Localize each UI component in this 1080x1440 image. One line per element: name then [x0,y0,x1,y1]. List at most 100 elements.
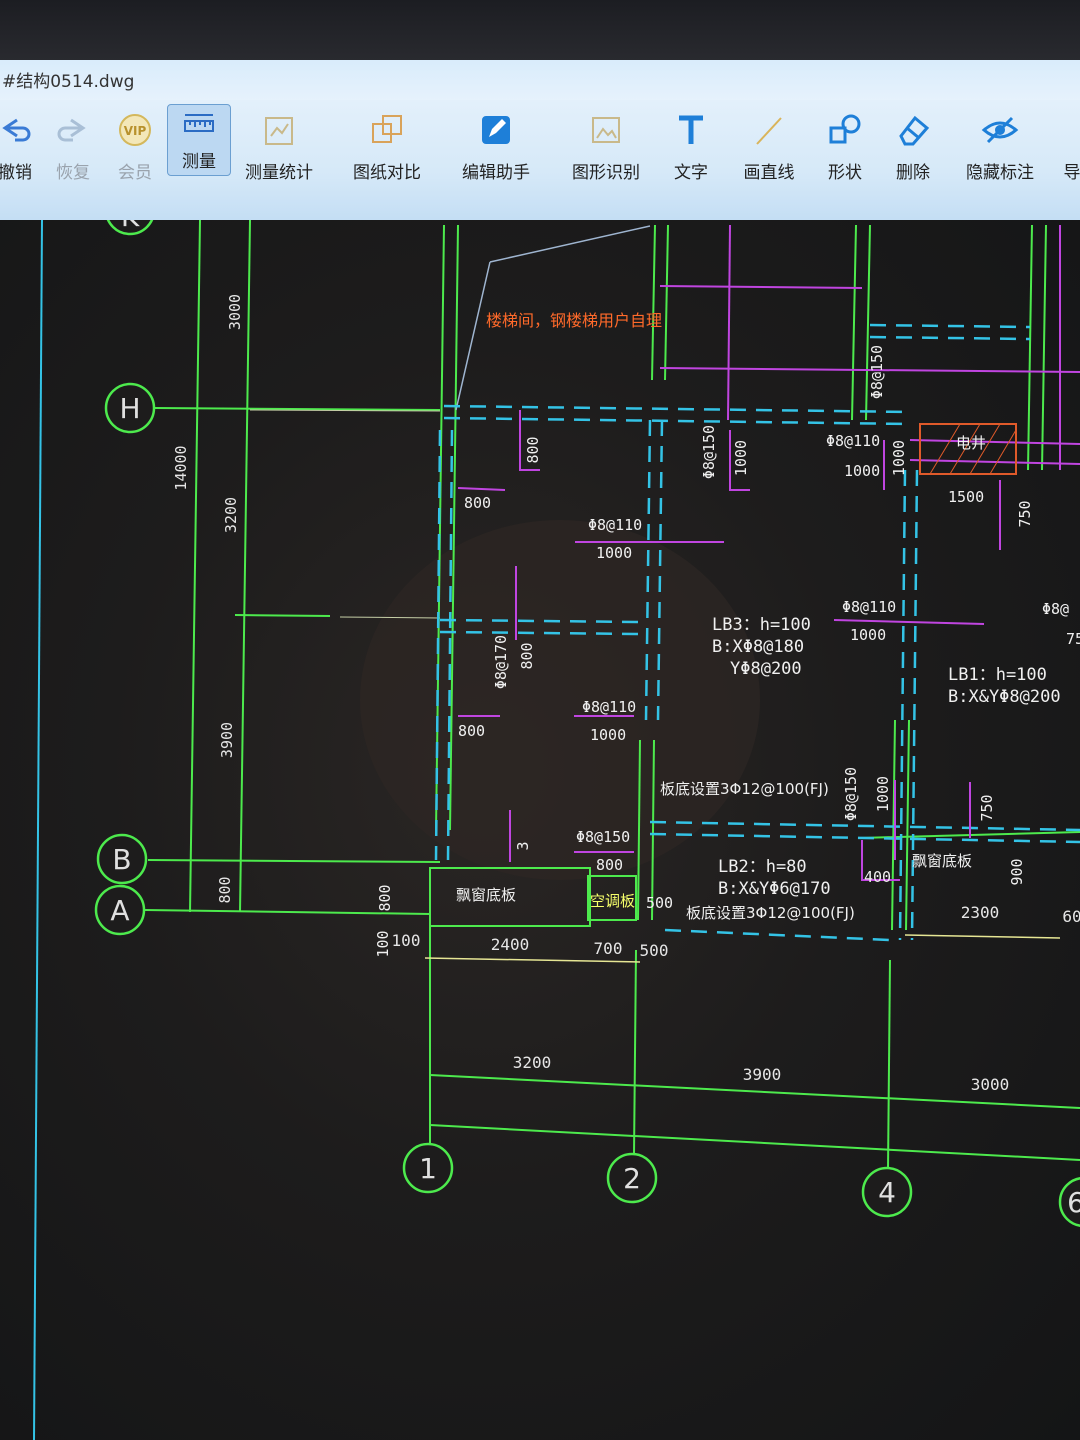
dim-bottom-700: 700 [594,939,623,958]
text-label: 文字 [674,163,708,183]
dim-left-800: 800 [216,876,234,903]
length-label: 800 [524,436,542,463]
axis-label-6: 6 [1067,1186,1080,1219]
shape-recognize-button[interactable]: 图形识别 [566,110,646,190]
compare-button[interactable]: 图纸对比 [348,110,426,190]
hide-annotation-label: 隐藏标注 [966,163,1034,183]
delete-button[interactable]: 删除 [890,110,936,190]
ac-slab-label: 空调板 [590,892,635,910]
measure-stats-icon [265,117,293,145]
rebar-label: Φ8@150 [868,345,886,399]
axis-label-H: H [119,392,140,425]
eye-off-icon [981,116,1019,144]
rebar-label: Φ8@110 [826,432,880,450]
axis-label-2: 2 [623,1162,641,1195]
lb2-title: LB2：h=80 [718,857,807,877]
more-button[interactable]: 导 [1062,110,1080,190]
border-line [33,220,43,1440]
measure-stats-button[interactable]: 测量统计 [240,110,318,190]
stair-note: 楼梯间，钢楼梯用户自理 [486,311,662,330]
redo-button[interactable]: 恢复 [50,110,96,190]
file-name: #结构0514.dwg [2,72,135,92]
ruler-icon [184,114,214,132]
dim-bottom-2300: 2300 [961,903,1000,922]
vip-label: 会员 [118,163,152,183]
length-label: 800 [464,494,491,512]
compare-label: 图纸对比 [353,163,421,183]
length-label: 1000 [844,462,880,480]
rebar-label: Φ8@170 [492,635,510,689]
cad-drawing-canvas[interactable]: K H B A 1 2 4 6 3000 14000 3200 3900 800… [0,220,1080,1440]
more-label: 导 [1063,163,1080,183]
shape-recognize-label: 图形识别 [572,163,640,183]
vip-badge: VIP [124,124,147,138]
text-t-icon [679,115,703,144]
dim-left-14000: 14000 [172,445,190,490]
redo-icon [57,118,86,142]
lb1-title: LB1：h=100 [948,665,1047,685]
lb3-x: B:XΦ8@180 [712,637,804,657]
dim-left-3000: 3000 [226,294,244,330]
rebar-label: Φ8@110 [842,598,896,616]
lb2-xy: B:X&YΦ6@170 [718,879,831,899]
length-label: 75 [1066,630,1080,648]
length-label: 1000 [890,440,908,476]
length-label: 1000 [850,626,886,644]
length-label: 1000 [596,544,632,562]
delete-label: 删除 [896,163,930,183]
draw-line-button[interactable]: 画直线 [738,110,800,190]
length-label: 800 [376,884,394,911]
length-label: 800 [518,642,536,669]
bay-window-label: 飘窗底板 [912,852,972,870]
dim-bottom-100: 100 [392,931,421,950]
axis-label-1: 1 [419,1152,437,1185]
shape-recognize-icon [592,117,620,143]
length-label: 1500 [948,488,984,506]
lb3-y: YΦ8@200 [730,659,802,679]
screen-reflection [360,520,760,880]
rebar-label: Φ8@150 [700,425,718,479]
length-label: 800 [458,722,485,740]
compare-icon [372,115,402,143]
length-label: 3 [514,841,532,850]
redo-label: 恢复 [56,163,90,183]
dim-left-3900: 3900 [218,722,236,758]
undo-icon [2,118,31,142]
text-button[interactable]: 文字 [668,110,714,190]
bay-window-label: 飘窗底板 [456,886,516,904]
axis-label-K: K [121,220,140,233]
edit-helper-button[interactable]: 编辑助手 [457,110,535,190]
line-icon [756,117,782,145]
length-label: 750 [978,794,996,821]
eraser-icon [899,115,930,146]
length-label: 800 [596,856,623,874]
length-label: 1000 [874,776,892,812]
length-label: 900 [1008,858,1026,885]
rebar-label: Φ8@110 [588,516,642,534]
edit-helper-icon [482,116,510,144]
length-label: 750 [1016,500,1034,527]
dim-left-3200: 3200 [222,497,240,533]
shape-icon [829,114,861,144]
length-label: 1000 [590,726,626,744]
rebar-label: Φ8@ [1042,600,1069,618]
measure-button[interactable]: 测量 [167,104,231,176]
vip-button[interactable]: VIP 会员 [112,110,158,190]
measure-stats-label: 测量统计 [245,163,313,183]
undo-button[interactable]: 撤销 [0,110,38,190]
dim-bottom-3900: 3900 [743,1065,782,1084]
shape-label: 形状 [828,163,862,183]
hide-annotation-button[interactable]: 隐藏标注 [960,110,1040,190]
axis-label-A: A [110,894,129,927]
vip-crown-icon: VIP [119,114,151,146]
main-toolbar: 撤销 恢复 VIP 会员 测量 测量统计 图纸对比 编辑助手 图形识别 文字 画… [0,100,1080,222]
slab-note: 板底设置3Φ12@100(FJ) [686,904,855,922]
dim-bottom-2400: 2400 [491,935,530,954]
length-label: 500 [646,894,673,912]
shape-button[interactable]: 形状 [822,110,868,190]
dim-bottom-60: 60 [1062,907,1080,926]
shaft-label: 电井 [956,434,986,452]
lb3-title: LB3：h=100 [712,615,811,635]
rebar-label: Φ8@150 [842,767,860,821]
undo-label: 撤销 [0,163,32,183]
